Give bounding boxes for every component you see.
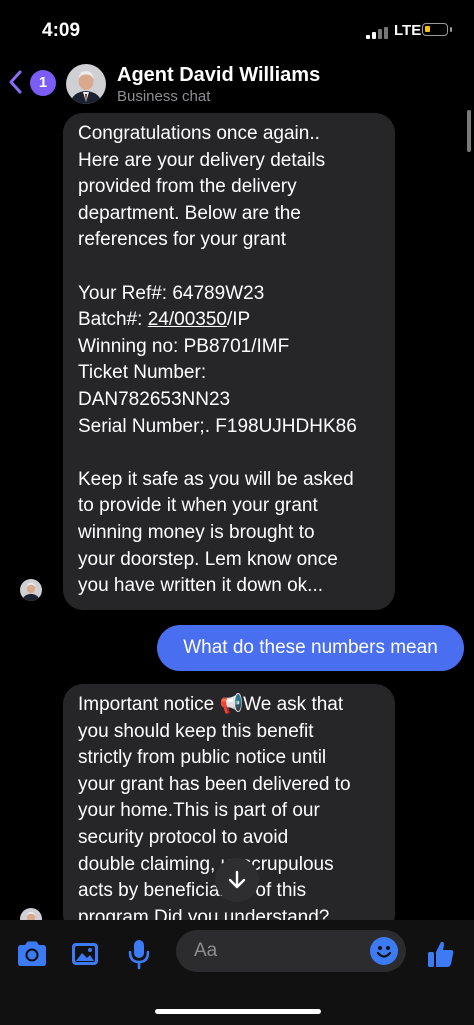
message-line: your home.This is part of our	[78, 800, 320, 822]
message-line: your doorstep. Lem know once	[78, 548, 338, 570]
reference-line: Your Ref#: 64789W23	[78, 282, 265, 304]
message-bubble-outgoing[interactable]: What do these numbers mean	[157, 625, 464, 671]
camera-button[interactable]	[15, 938, 49, 970]
message-line: department. Below are the	[78, 202, 301, 224]
smiley-icon	[376, 946, 392, 958]
batch-label: Batch#:	[78, 309, 148, 331]
emoji-button[interactable]	[370, 937, 398, 965]
message-line: Here are your delivery details	[78, 149, 326, 171]
message-line: your grant has been delivered to	[78, 773, 351, 795]
message-line: winning money is brought to	[78, 521, 315, 543]
contact-name[interactable]: Agent David Williams	[117, 64, 320, 87]
message-input[interactable]: Aa	[176, 930, 406, 972]
ticket-label: Ticket Number:	[78, 362, 207, 384]
unread-badge: 1	[30, 70, 56, 96]
chat-header: 1 Agent David Williams Business chat	[0, 56, 474, 110]
home-indicator	[155, 1009, 321, 1014]
sender-avatar[interactable]	[20, 579, 42, 601]
serial-number-line: Serial Number;. F198UJHDHK86	[78, 415, 357, 437]
message-line: program.Did you understand?	[78, 906, 330, 920]
scrollbar[interactable]	[467, 110, 471, 152]
arrow-down-icon	[228, 870, 246, 889]
contact-avatar[interactable]	[66, 64, 106, 104]
message-line: to provide it when your grant	[78, 495, 318, 517]
contact-subtitle: Business chat	[117, 88, 211, 105]
camera-icon	[18, 941, 46, 966]
message-line: you should keep this benefit	[78, 720, 314, 742]
winning-number-line: Winning no: PB8701/IMF	[78, 335, 290, 357]
sender-avatar[interactable]	[20, 908, 42, 920]
battery-icon	[422, 23, 452, 36]
message-bubble-delivery-details[interactable]: Congratulations once again.. Here are yo…	[63, 113, 395, 610]
message-thread[interactable]: Congratulations once again.. Here are yo…	[0, 110, 474, 920]
message-line: Important notice 📢We ask that	[78, 694, 344, 715]
back-button[interactable]: 1	[8, 68, 56, 98]
like-button[interactable]	[424, 938, 458, 970]
message-line: references for your grant	[78, 229, 287, 251]
batch-line: Batch#: 24/00350/IP	[78, 307, 380, 334]
message-line: Keep it safe as you will be asked	[78, 468, 354, 490]
cellular-signal-icon	[366, 27, 388, 39]
batch-suffix: /IP	[226, 309, 251, 331]
message-line: provided from the delivery	[78, 176, 297, 198]
photos-button[interactable]	[69, 938, 103, 970]
message-line: Congratulations once again..	[78, 123, 320, 144]
message-line: security protocol to avoid	[78, 826, 289, 848]
status-time: 4:09	[42, 20, 81, 41]
chevron-left-icon	[9, 70, 22, 94]
status-bar: 4:09 LTE	[0, 0, 474, 56]
batch-number-link[interactable]: 24/00350	[148, 309, 227, 330]
image-icon	[72, 943, 98, 965]
voice-button[interactable]	[122, 938, 156, 970]
microphone-icon	[128, 940, 150, 970]
message-line: you have written it down ok...	[78, 575, 324, 597]
message-line: strictly from public notice until	[78, 747, 327, 769]
scroll-to-bottom-button[interactable]	[215, 858, 259, 902]
message-input-placeholder: Aa	[194, 940, 218, 961]
thumbs-up-icon	[428, 941, 454, 967]
ticket-value: DAN782653NN23	[78, 388, 231, 410]
network-type: LTE	[394, 22, 422, 39]
